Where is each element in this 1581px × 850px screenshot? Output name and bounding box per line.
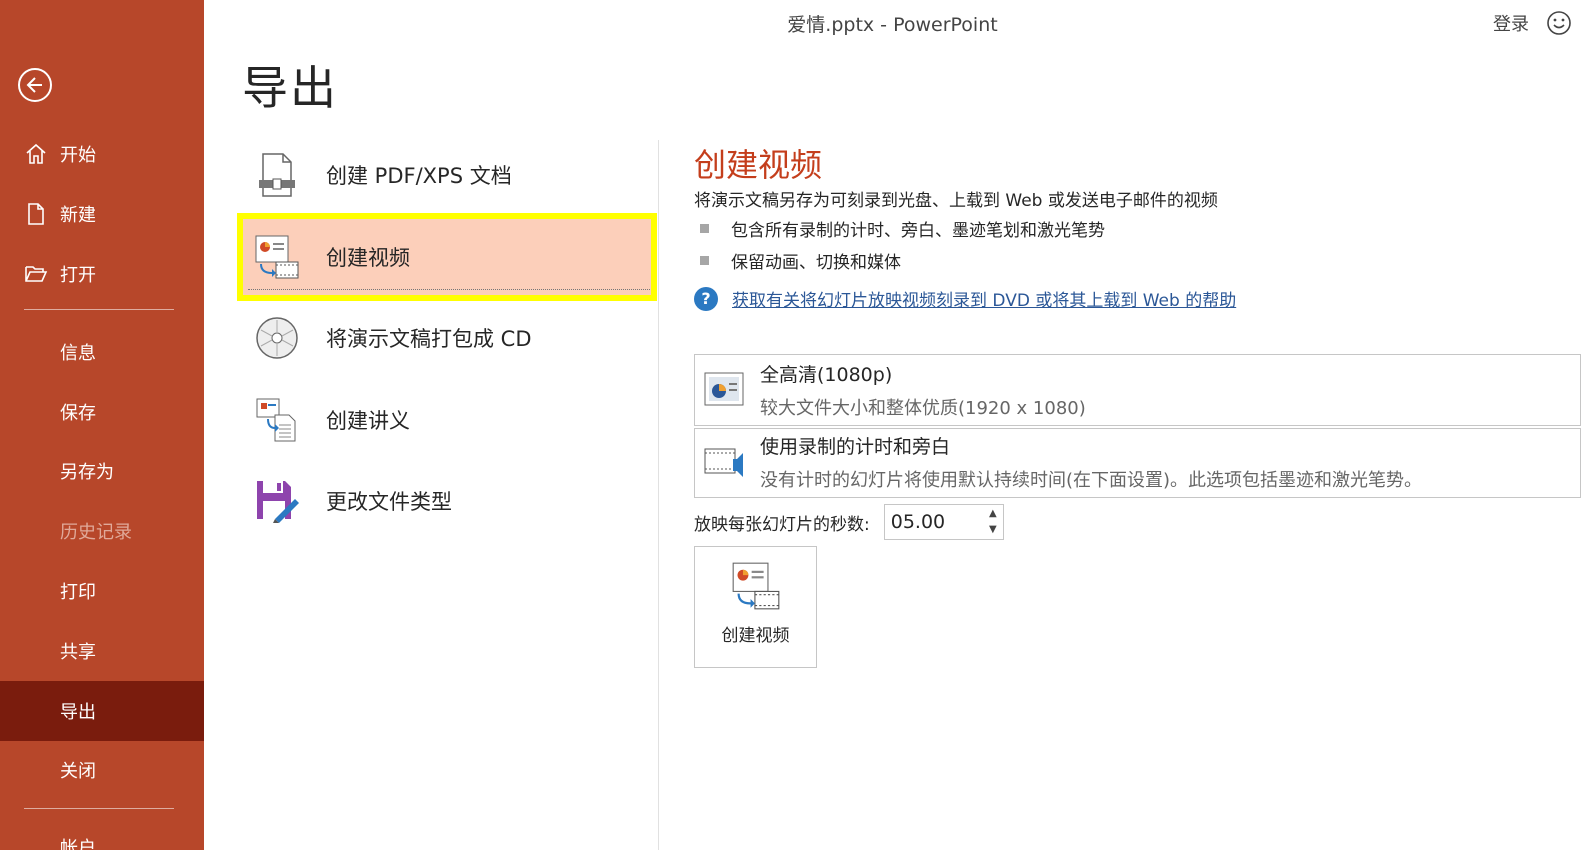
- help-link[interactable]: 获取有关将幻灯片放映视频刻录到 DVD 或将其上载到 Web 的帮助: [732, 286, 1236, 311]
- sidebar-item-label: 信息: [60, 342, 96, 364]
- create-video-button-label: 创建视频: [721, 626, 790, 646]
- sidebar-item-save[interactable]: 保存: [0, 382, 204, 442]
- option-label: 更改文件类型: [326, 490, 452, 515]
- create-video-icon: [254, 234, 300, 280]
- back-button[interactable]: [18, 68, 52, 102]
- home-icon: [24, 142, 48, 166]
- spin-up-icon[interactable]: ▲: [989, 509, 997, 519]
- bullet-text: 保留动画、切换和媒体: [731, 253, 901, 273]
- sidebar-item-label: 导出: [60, 701, 96, 723]
- sidebar-item-share[interactable]: 共享: [0, 621, 204, 681]
- spin-down-icon[interactable]: ▼: [989, 525, 997, 535]
- create-video-button[interactable]: 创建视频: [694, 546, 817, 668]
- sidebar-item-print[interactable]: 打印: [0, 561, 204, 621]
- option-create-pdf-xps[interactable]: 创建 PDF/XPS 文档: [240, 134, 658, 216]
- help-row: ? 获取有关将幻灯片放映视频刻录到 DVD 或将其上载到 Web 的帮助: [694, 286, 1236, 311]
- option-label: 创建讲义: [326, 408, 410, 433]
- sign-in-link[interactable]: 登录: [1493, 10, 1529, 36]
- sidebar-item-label: 关闭: [60, 761, 96, 783]
- sidebar-item-close[interactable]: 关闭: [0, 741, 204, 801]
- feature-bullet: 保留动画、切换和媒体: [700, 248, 901, 273]
- timing-subtitle: 没有计时的幻灯片将使用默认持续时间(在下面设置)。此选项包括墨迹和激光笔势。: [760, 470, 1423, 491]
- sidebar-top-nav: 开始 新建 打开: [0, 124, 204, 304]
- handout-icon: [254, 397, 300, 443]
- option-package-cd[interactable]: 将演示文稿打包成 CD: [240, 298, 658, 380]
- help-question-icon: ?: [694, 286, 718, 311]
- film-narration-icon: [704, 448, 743, 477]
- quality-subtitle: 较大文件大小和整体优质(1920 x 1080): [760, 398, 1086, 419]
- pdf-xps-icon: [254, 152, 300, 198]
- sidebar-item-label: 保存: [60, 402, 96, 424]
- panel-divider: [658, 140, 659, 850]
- open-folder-icon: [24, 262, 48, 286]
- presentation-quality-icon: [704, 372, 744, 406]
- sidebar-item-label: 另存为: [60, 462, 114, 484]
- sidebar-item-label: 打印: [60, 582, 96, 604]
- sidebar-item-new[interactable]: 新建: [0, 184, 204, 244]
- back-arrow-icon: [26, 77, 42, 93]
- sidebar-item-home[interactable]: 开始: [0, 124, 204, 184]
- option-label: 创建视频: [326, 245, 410, 270]
- sidebar-item-label: 历史记录: [60, 522, 132, 544]
- option-create-video[interactable]: 创建视频: [237, 212, 657, 301]
- powerpoint-window: 开始 新建 打开 信息 保存 另存为 历史记录 打印 共享 导出 关闭 帐户 爱…: [0, 0, 1581, 850]
- sidebar-item-export[interactable]: 导出: [0, 680, 204, 741]
- detail-description: 将演示文稿另存为可刻录到光盘、上载到 Web 或发送电子邮件的视频: [694, 191, 1218, 211]
- option-label: 创建 PDF/XPS 文档: [326, 163, 512, 188]
- quality-title: 全高清(1080p): [760, 364, 893, 386]
- export-options-list: 创建 PDF/XPS 文档 创建视频 将演示文稿打包成 CD 创建讲义 更改文件…: [237, 134, 658, 543]
- sidebar-divider: [24, 808, 174, 809]
- seconds-per-slide-input[interactable]: [884, 505, 981, 539]
- seconds-per-slide-stepper[interactable]: ▲ ▼: [883, 504, 1004, 540]
- sidebar-item-account[interactable]: 帐户: [60, 834, 96, 850]
- bullet-square-icon: [700, 256, 709, 265]
- feedback-smiley-icon[interactable]: [1545, 9, 1573, 37]
- page-title: 导出: [242, 61, 338, 115]
- feature-bullet: 包含所有录制的计时、旁白、墨迹笔划和激光笔势: [700, 216, 1105, 241]
- sidebar-item-label: 共享: [60, 641, 96, 663]
- sidebar-divider: [24, 309, 174, 310]
- detail-title: 创建视频: [694, 146, 823, 184]
- save-file-type-icon: [254, 478, 300, 524]
- option-label: 将演示文稿打包成 CD: [326, 327, 532, 352]
- option-create-handouts[interactable]: 创建讲义: [240, 379, 658, 461]
- bullet-square-icon: [700, 224, 709, 233]
- new-document-icon: [24, 202, 48, 226]
- sidebar-item-label: 新建: [60, 205, 96, 226]
- bullet-text: 包含所有录制的计时、旁白、墨迹笔划和激光笔势: [731, 221, 1105, 241]
- sidebar-item-label: 开始: [60, 145, 96, 166]
- backstage-sidebar: 开始 新建 打开 信息 保存 另存为 历史记录 打印 共享 导出 关闭 帐户: [0, 0, 204, 850]
- window-title: 爱情.pptx - PowerPoint: [787, 14, 998, 36]
- seconds-per-slide-row: 放映每张幻灯片的秒数: ▲ ▼: [694, 504, 1004, 540]
- sidebar-sub-nav: 信息 保存 另存为 历史记录 打印 共享 导出 关闭: [0, 322, 204, 800]
- sidebar-item-open[interactable]: 打开: [0, 244, 204, 304]
- option-change-file-type[interactable]: 更改文件类型: [240, 461, 658, 543]
- cd-icon: [254, 315, 300, 361]
- sidebar-item-save-as[interactable]: 另存为: [0, 442, 204, 502]
- sidebar-item-label: 打开: [60, 265, 96, 286]
- timing-title: 使用录制的计时和旁白: [760, 436, 951, 458]
- sidebar-item-info[interactable]: 信息: [0, 322, 204, 382]
- create-video-icon: [732, 562, 779, 610]
- video-quality-dropdown[interactable]: 全高清(1080p) 较大文件大小和整体优质(1920 x 1080): [694, 354, 1581, 426]
- seconds-per-slide-label: 放映每张幻灯片的秒数:: [694, 514, 870, 535]
- sidebar-item-history: 历史记录: [0, 501, 204, 561]
- timing-narration-dropdown[interactable]: 使用录制的计时和旁白 没有计时的幻灯片将使用默认持续时间(在下面设置)。此选项包…: [694, 428, 1581, 498]
